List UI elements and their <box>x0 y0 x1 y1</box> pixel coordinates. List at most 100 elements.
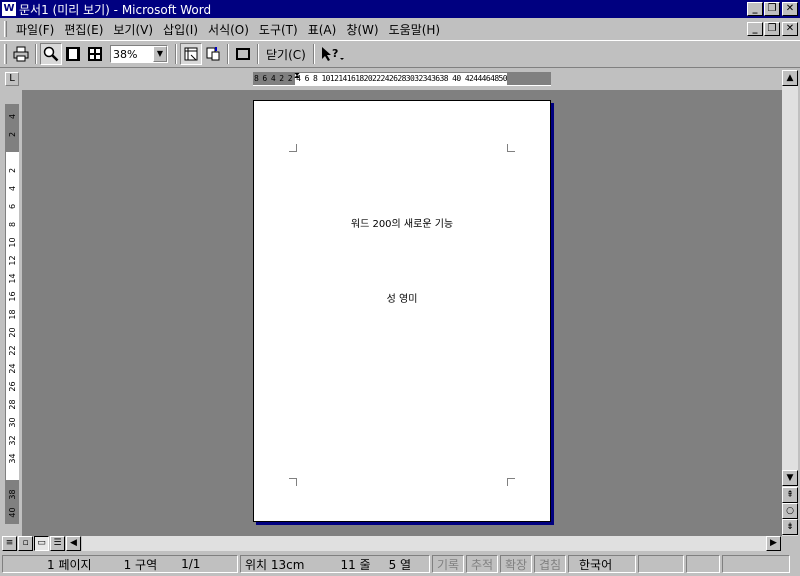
scroll-down-icon[interactable]: ▼ <box>782 470 798 486</box>
vruler-label: 16 <box>8 291 17 302</box>
menu-format[interactable]: 서식(O) <box>203 21 254 38</box>
shrink-to-fit-icon[interactable] <box>202 43 224 65</box>
menu-window[interactable]: 창(W) <box>341 21 383 38</box>
vruler-label: 32 <box>8 435 17 446</box>
doc-restore-button[interactable]: ❐ <box>764 22 780 36</box>
print-icon[interactable] <box>10 43 32 65</box>
menu-edit[interactable]: 편집(E) <box>59 21 108 38</box>
status-page: 1 페이지 <box>47 557 92 572</box>
vruler-label: 30 <box>8 417 17 428</box>
doc-minimize-button[interactable]: _ <box>747 22 763 36</box>
status-position-info[interactable]: 위치 13cm 11 줄 5 열 <box>240 555 430 573</box>
scroll-left-icon[interactable]: ◀ <box>66 536 81 551</box>
vruler-label: 24 <box>8 363 17 374</box>
margin-corner-mark <box>507 478 515 486</box>
title-bar[interactable]: W 문서1 (미리 보기) - Microsoft Word _ ❐ ✕ <box>0 0 800 18</box>
web-layout-view-icon[interactable]: ▫ <box>18 536 33 551</box>
full-screen-icon[interactable] <box>232 43 254 65</box>
svg-text:?: ? <box>332 47 338 60</box>
window-title: 문서1 (미리 보기) - Microsoft Word <box>19 2 212 17</box>
status-section: 1 구역 <box>123 557 158 572</box>
previous-page-icon[interactable]: ⇞ <box>782 487 798 503</box>
horizontal-scroll-track[interactable] <box>82 536 766 551</box>
next-page-icon[interactable]: ⇟ <box>782 519 798 535</box>
document-author-text: 성 영미 <box>386 294 418 305</box>
scroll-right-icon[interactable]: ▶ <box>766 536 781 551</box>
vruler-label: 10 <box>8 237 17 248</box>
status-page-count: 1/1 <box>181 557 201 571</box>
vertical-scrollbar[interactable]: ▲ ▼ ⇞ ○ ⇟ <box>782 70 798 536</box>
vruler-label: 12 <box>8 255 17 266</box>
menu-view[interactable]: 보기(V) <box>108 21 158 38</box>
margin-corner-mark <box>507 144 515 152</box>
status-ovr[interactable]: 겹침 <box>534 555 566 573</box>
zoom-value: 38% <box>113 47 138 61</box>
menu-tools[interactable]: 도구(T) <box>254 21 303 38</box>
chevron-down-icon[interactable]: ▼ <box>153 46 167 62</box>
outline-view-icon[interactable]: ☰ <box>50 536 65 551</box>
status-language[interactable]: 한국어 <box>568 555 636 573</box>
menubar-grip[interactable] <box>4 21 7 37</box>
tab-selector[interactable]: L <box>5 72 19 86</box>
restore-button[interactable]: ❐ <box>764 2 780 16</box>
vruler-label: 40 <box>8 507 17 518</box>
status-position: 위치 13cm <box>245 557 305 572</box>
close-preview-button[interactable]: 닫기(C) <box>262 43 310 65</box>
menu-table[interactable]: 표(A) <box>303 21 342 38</box>
vruler-label: 22 <box>8 345 17 356</box>
document-page[interactable]: 워드 200의 새로운 기능 성 영미 <box>253 100 551 522</box>
vruler-label: 28 <box>8 399 17 410</box>
vruler-label: 8 <box>8 221 17 228</box>
one-page-icon[interactable] <box>62 43 84 65</box>
vruler-label: 38 <box>8 489 17 500</box>
print-preview-toolbar: 38% ▼ 닫기(C) ? <box>0 40 800 68</box>
horizontal-ruler[interactable]: 8 6 4 2 2 4 6 8 101214161820222426283032… <box>253 72 551 86</box>
status-trk[interactable]: 추적 <box>466 555 498 573</box>
status-spelling-panel[interactable] <box>638 555 684 573</box>
print-layout-view-icon[interactable]: ▭ <box>34 536 49 551</box>
word-app-icon[interactable]: W <box>2 2 16 16</box>
margin-corner-mark <box>289 144 297 152</box>
context-help-icon[interactable]: ? <box>318 43 348 65</box>
multiple-pages-icon[interactable] <box>84 43 106 65</box>
vruler-label: 14 <box>8 273 17 284</box>
vruler-label: 18 <box>8 309 17 320</box>
status-line: 11 줄 <box>340 557 371 572</box>
menu-bar: 파일(F) 편집(E) 보기(V) 삽입(I) 서식(O) 도구(T) 표(A)… <box>0 19 800 39</box>
ruler-ticks: 8 6 4 2 2 4 6 8 101214161820222426283032… <box>254 74 508 83</box>
vruler-label: 2 <box>8 167 17 174</box>
vruler-label: 2 <box>8 131 17 138</box>
vruler-label: 4 <box>8 113 17 120</box>
scroll-up-icon[interactable]: ▲ <box>782 70 798 86</box>
zoom-select[interactable]: 38% ▼ <box>110 45 168 63</box>
doc-close-button[interactable]: ✕ <box>782 22 798 36</box>
magnifier-icon[interactable] <box>40 43 62 65</box>
view-ruler-icon[interactable] <box>180 43 202 65</box>
close-window-button[interactable]: ✕ <box>782 2 798 16</box>
menu-file[interactable]: 파일(F) <box>11 21 59 38</box>
status-bar: 1 페이지 1 구역 1/1 위치 13cm 11 줄 5 열 기록 추적 확장… <box>0 553 800 575</box>
vruler-label: 26 <box>8 381 17 392</box>
status-column: 5 열 <box>388 557 412 572</box>
vruler-label: 6 <box>8 203 17 210</box>
status-empty-panel <box>722 555 790 573</box>
normal-view-icon[interactable]: ≡ <box>2 536 17 551</box>
vruler-label: 4 <box>8 185 17 192</box>
vruler-label: 20 <box>8 327 17 338</box>
status-ext[interactable]: 확장 <box>500 555 532 573</box>
status-rec[interactable]: 기록 <box>432 555 464 573</box>
indent-marker-icon[interactable]: ⧗ <box>293 73 301 85</box>
toolbar-grip[interactable] <box>4 44 7 64</box>
menu-help[interactable]: 도움말(H) <box>384 21 446 38</box>
document-title-text: 워드 200의 새로운 기능 <box>350 219 454 230</box>
status-empty-panel <box>686 555 720 573</box>
vruler-label: 34 <box>8 453 17 464</box>
horizontal-scroll-row: ≡ ▫ ▭ ☰ ◀ ▶ <box>0 536 800 552</box>
select-browse-object-icon[interactable]: ○ <box>782 503 798 519</box>
status-page-info[interactable]: 1 페이지 1 구역 1/1 <box>2 555 238 573</box>
horizontal-ruler-row: L 8 6 4 2 2 4 6 8 1012141618202224262830… <box>0 70 800 90</box>
preview-workspace[interactable]: 워드 200의 새로운 기능 성 영미 <box>22 90 782 536</box>
vertical-ruler[interactable]: 4 2 2 4 6 8 10 12 14 16 18 20 22 24 26 2… <box>5 104 19 524</box>
menu-insert[interactable]: 삽입(I) <box>158 21 203 38</box>
minimize-button[interactable]: _ <box>747 2 763 16</box>
